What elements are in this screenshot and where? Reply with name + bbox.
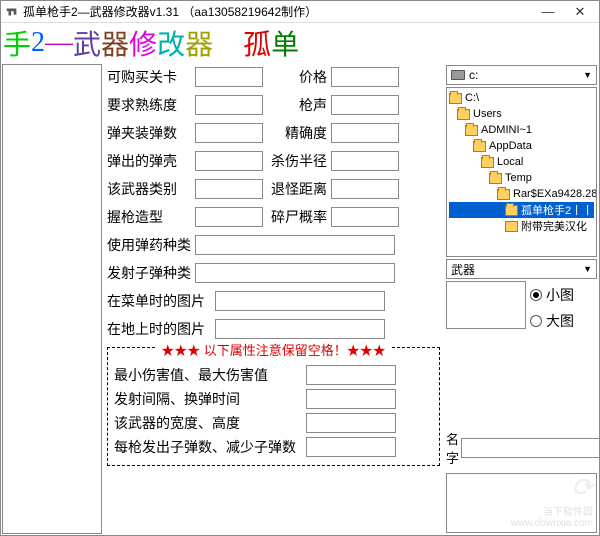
input-zombie-rate[interactable] [331, 207, 399, 227]
dir-item[interactable]: Rar$EXa9428.28646 [449, 186, 594, 202]
label-name: 名字 [446, 429, 459, 467]
input-mag-count[interactable] [195, 123, 263, 143]
input-require-skill[interactable] [195, 95, 263, 115]
dir-item[interactable]: Users [449, 106, 594, 122]
dir-item[interactable]: 附带完美汉化 [449, 218, 594, 234]
input-kill-radius[interactable] [331, 151, 399, 171]
warning-group: ★★★ 以下属性注意保留空格！★★★ 最小伤害值、最大伤害值 发射间隔、换弹时间… [107, 347, 440, 466]
minimize-button[interactable]: — [533, 3, 563, 21]
weapon-type-combobox[interactable]: 武器 ▼ [446, 259, 597, 279]
input-accuracy[interactable] [331, 123, 399, 143]
label-accuracy: 精确度 [263, 123, 331, 143]
label-kill-radius: 杀伤半径 [263, 151, 331, 171]
label-grip-shape: 握枪造型 [107, 207, 195, 227]
label-dimensions: 该武器的宽度、高度 [114, 413, 304, 433]
label-shell-out: 弹出的弹壳 [107, 151, 195, 171]
banner-title: 手2—武器修改器孤单 [1, 23, 599, 63]
input-price[interactable] [331, 67, 399, 87]
label-retreat-dist: 退怪距离 [263, 179, 331, 199]
input-retreat-dist[interactable] [331, 179, 399, 199]
label-price: 价格 [263, 67, 331, 87]
titlebar: 孤单枪手2—武器修改器v1.31 （aa13058219642制作） — ✕ [1, 1, 599, 23]
label-menu-pic: 在菜单时的图片 [107, 291, 215, 311]
label-zombie-rate: 碎尸概率 [263, 207, 331, 227]
input-menu-pic[interactable] [215, 291, 385, 311]
folder-icon [489, 173, 502, 184]
input-dimensions[interactable] [306, 413, 396, 433]
radio-icon [530, 315, 542, 327]
dir-item[interactable]: AppData [449, 138, 594, 154]
folder-icon [449, 93, 462, 104]
label-weapon-type: 该武器类别 [107, 179, 195, 199]
dropdown-arrow-icon: ▼ [583, 70, 592, 80]
input-gunshot[interactable] [331, 95, 399, 115]
folder-icon [481, 157, 494, 168]
close-button[interactable]: ✕ [565, 3, 595, 21]
folder-icon [505, 205, 518, 216]
drive-label: c: [469, 68, 478, 82]
input-bullet-type[interactable] [195, 263, 395, 283]
dir-item-selected[interactable]: 孤单枪手2丨丨武器修 [449, 202, 594, 218]
dir-item[interactable]: ADMINI~1 [449, 122, 594, 138]
warning-text: ★★★ 以下属性注意保留空格！★★★ [157, 340, 390, 359]
folder-icon [465, 125, 478, 136]
label-require-skill: 要求熟练度 [107, 95, 195, 115]
label-ground-pic: 在地上时的图片 [107, 319, 215, 339]
radio-icon [530, 289, 542, 301]
radio-small-image[interactable]: 小图 [530, 285, 574, 305]
weapon-list-box[interactable] [2, 64, 102, 534]
folder-icon [473, 141, 486, 152]
label-mag-count: 弹夹装弹数 [107, 123, 195, 143]
label-interval: 发射间隔、换弹时间 [114, 389, 304, 409]
input-ammo-type[interactable] [195, 235, 395, 255]
window-title: 孤单枪手2—武器修改器v1.31 （aa13058219642制作） [23, 3, 533, 20]
input-interval[interactable] [306, 389, 396, 409]
input-shot-count[interactable] [306, 437, 396, 457]
label-damage: 最小伤害值、最大伤害值 [114, 365, 304, 385]
label-shot-count: 每枪发出子弹数、减少子弹数 [114, 437, 304, 457]
label-bullet-type: 发射子弹种类 [107, 263, 195, 283]
radio-large-image[interactable]: 大图 [530, 311, 574, 331]
dir-item[interactable]: C:\ [449, 90, 594, 106]
label-gunshot: 枪声 [263, 95, 331, 115]
preview-image-box [446, 281, 526, 329]
folder-icon [505, 221, 518, 232]
dropdown-arrow-icon: ▼ [583, 264, 592, 274]
label-ammo-type: 使用弹药种类 [107, 235, 195, 255]
input-shell-out[interactable] [195, 151, 263, 171]
input-ground-pic[interactable] [215, 319, 385, 339]
label-buy-level: 可购买关卡 [107, 67, 195, 87]
dir-item[interactable]: Temp [449, 170, 594, 186]
input-weapon-type[interactable] [195, 179, 263, 199]
directory-tree[interactable]: C:\ Users ADMINI~1 AppData Local Temp Ra… [446, 87, 597, 257]
disk-icon [451, 70, 465, 80]
input-name[interactable] [461, 438, 599, 458]
watermark: ⟳ 当下软件园 www.downxia.com [511, 472, 593, 529]
input-grip-shape[interactable] [195, 207, 263, 227]
app-icon [5, 5, 19, 19]
input-damage[interactable] [306, 365, 396, 385]
folder-icon [457, 109, 470, 120]
input-buy-level[interactable] [195, 67, 263, 87]
dir-item[interactable]: Local [449, 154, 594, 170]
drive-combobox[interactable]: c: ▼ [446, 65, 597, 85]
folder-icon [497, 189, 510, 200]
